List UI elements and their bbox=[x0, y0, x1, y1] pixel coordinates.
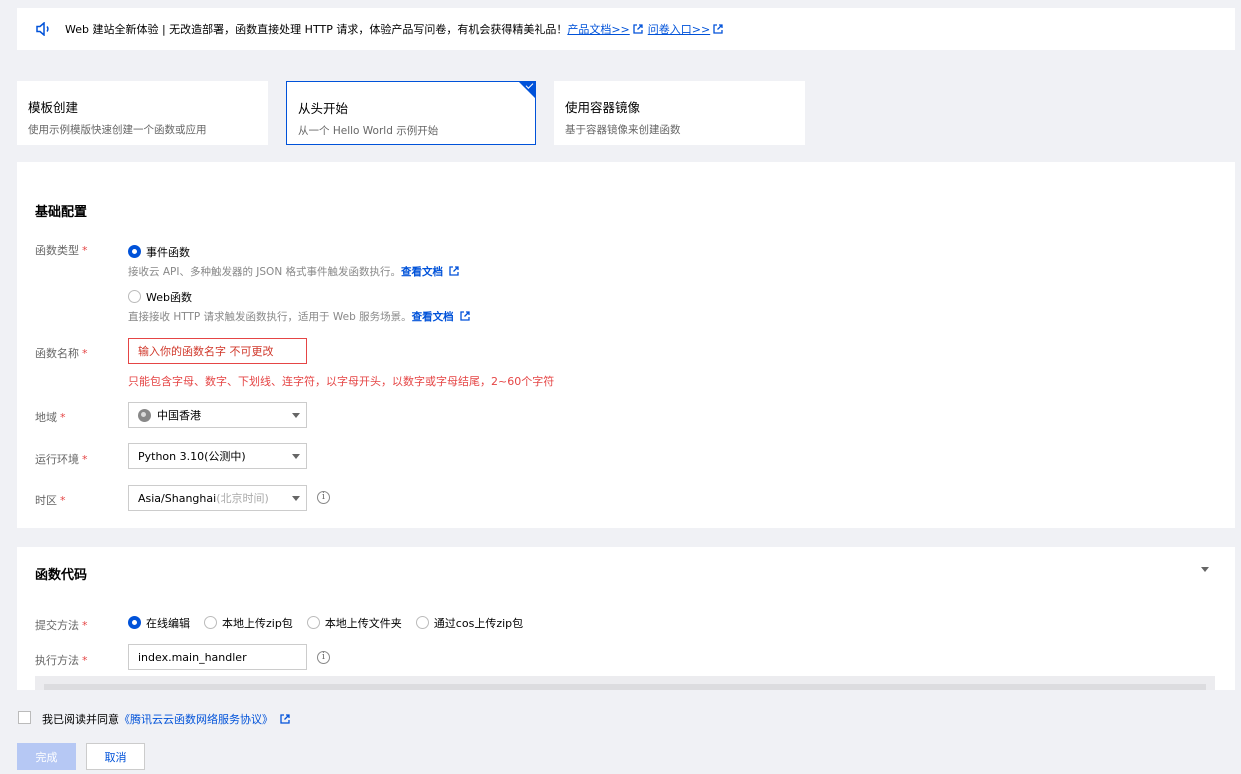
notice-text: Web 建站全新体验 | 无改造部署，函数直接处理 HTTP 请求，体验产品写问… bbox=[65, 23, 568, 36]
info-icon[interactable]: i bbox=[317, 651, 330, 664]
collapse-icon[interactable] bbox=[1201, 567, 1210, 573]
cancel-button[interactable]: 取消 bbox=[86, 743, 145, 770]
name-error: 只能包含字母、数字、下划线、连字符，以字母开头，以数字或字母结尾，2~60个字符 bbox=[128, 375, 555, 388]
chevron-down-icon bbox=[292, 496, 300, 501]
external-link-icon[interactable] bbox=[713, 24, 723, 34]
radio-web-function[interactable]: Web函数 bbox=[128, 286, 192, 305]
region-select[interactable]: 中国香港 bbox=[128, 402, 307, 428]
card-title: 从头开始 bbox=[298, 101, 349, 116]
submit-option-zip[interactable]: 本地上传zip包 bbox=[204, 615, 293, 631]
submit-label: 提交方法 * bbox=[35, 619, 88, 632]
card-desc: 使用示例模版快速创建一个函数或应用 bbox=[28, 124, 207, 136]
agreement-link[interactable]: 《腾讯云云函数网络服务协议》 bbox=[119, 713, 273, 726]
event-hint: 接收云 API、多种触发器的 JSON 格式事件触发函数执行。查看文档 bbox=[128, 264, 464, 279]
card-desc: 从一个 Hello World 示例开始 bbox=[298, 125, 439, 137]
runtime-select[interactable]: Python 3.10(公测中) bbox=[128, 443, 307, 469]
globe-icon bbox=[138, 408, 151, 422]
view-docs-link[interactable]: 查看文档 bbox=[401, 266, 443, 278]
basic-config-panel: 基础配置 函数类型 * 事件函数 接收云 API、多种触发器的 JSON 格式事件… bbox=[17, 162, 1235, 528]
name-label: 函数名称 * bbox=[35, 347, 88, 360]
docs-link[interactable]: 产品文档>> bbox=[567, 21, 629, 37]
survey-link[interactable]: 问卷入口>> bbox=[648, 21, 710, 37]
radio-button[interactable] bbox=[306, 616, 320, 629]
runtime-label: 运行环境 * bbox=[35, 453, 88, 466]
speaker-icon bbox=[36, 22, 49, 36]
radio-button[interactable] bbox=[415, 616, 429, 629]
template-card-scratch[interactable]: 从头开始 从一个 Hello World 示例开始 bbox=[286, 81, 536, 145]
section-title: 函数代码 bbox=[35, 568, 88, 583]
handler-label: 执行方法 * bbox=[35, 654, 88, 667]
submit-option-online[interactable]: 在线编辑 bbox=[128, 615, 190, 631]
external-link-icon[interactable] bbox=[449, 266, 460, 276]
code-editor[interactable] bbox=[35, 676, 1215, 690]
radio-button[interactable] bbox=[128, 616, 141, 629]
agreement-checkbox[interactable] bbox=[18, 711, 31, 724]
web-hint: 直接接收 HTTP 请求触发函数执行，适用于 Web 服务场景。查看文档 bbox=[128, 309, 475, 324]
function-name-input[interactable]: 输入你的函数名字 不可更改 bbox=[128, 338, 307, 364]
function-code-panel: 函数代码 提交方法 * 在线编辑 本地上传zip包 本地上传文件夹 通过cos上传… bbox=[17, 547, 1235, 690]
section-title: 基础配置 bbox=[35, 205, 88, 220]
info-icon[interactable]: i bbox=[317, 491, 330, 504]
radio-event-function[interactable]: 事件函数 bbox=[128, 241, 190, 260]
handler-input[interactable]: index.main_handler bbox=[128, 644, 307, 670]
submit-option-cos[interactable]: 通过cos上传zip包 bbox=[415, 615, 523, 631]
chevron-down-icon bbox=[292, 413, 300, 418]
agreement: 我已阅读并同意《腾讯云云函数网络服务协议》 bbox=[42, 711, 295, 727]
submit-options: 在线编辑 本地上传zip包 本地上传文件夹 通过cos上传zip包 bbox=[128, 615, 523, 631]
template-card-image[interactable]: 使用容器镜像 基于容器镜像来创建函数 bbox=[554, 81, 805, 145]
card-desc: 基于容器镜像来创建函数 bbox=[565, 124, 681, 136]
submit-option-folder[interactable]: 本地上传文件夹 bbox=[306, 615, 402, 631]
external-link-icon[interactable] bbox=[279, 714, 290, 724]
notice-bar: Web 建站全新体验 | 无改造部署，函数直接处理 HTTP 请求，体验产品写问… bbox=[17, 8, 1235, 50]
chevron-down-icon bbox=[292, 454, 300, 459]
card-title: 模板创建 bbox=[28, 100, 79, 115]
external-link-icon[interactable] bbox=[460, 311, 470, 321]
timezone-select[interactable]: Asia/Shanghai (北京时间) bbox=[128, 485, 307, 511]
region-label: 地域 * bbox=[35, 411, 66, 424]
card-title: 使用容器镜像 bbox=[565, 100, 641, 115]
radio-button[interactable] bbox=[128, 290, 141, 303]
template-card-template[interactable]: 模板创建 使用示例模版快速创建一个函数或应用 bbox=[17, 81, 268, 145]
radio-button[interactable] bbox=[128, 245, 141, 258]
finish-button[interactable]: 完成 bbox=[17, 743, 76, 770]
type-label: 函数类型 * bbox=[35, 244, 88, 257]
view-docs-link[interactable]: 查看文档 bbox=[412, 311, 454, 323]
radio-button[interactable] bbox=[204, 616, 217, 629]
external-link-icon[interactable] bbox=[633, 24, 643, 34]
timezone-label: 时区 * bbox=[35, 494, 66, 507]
